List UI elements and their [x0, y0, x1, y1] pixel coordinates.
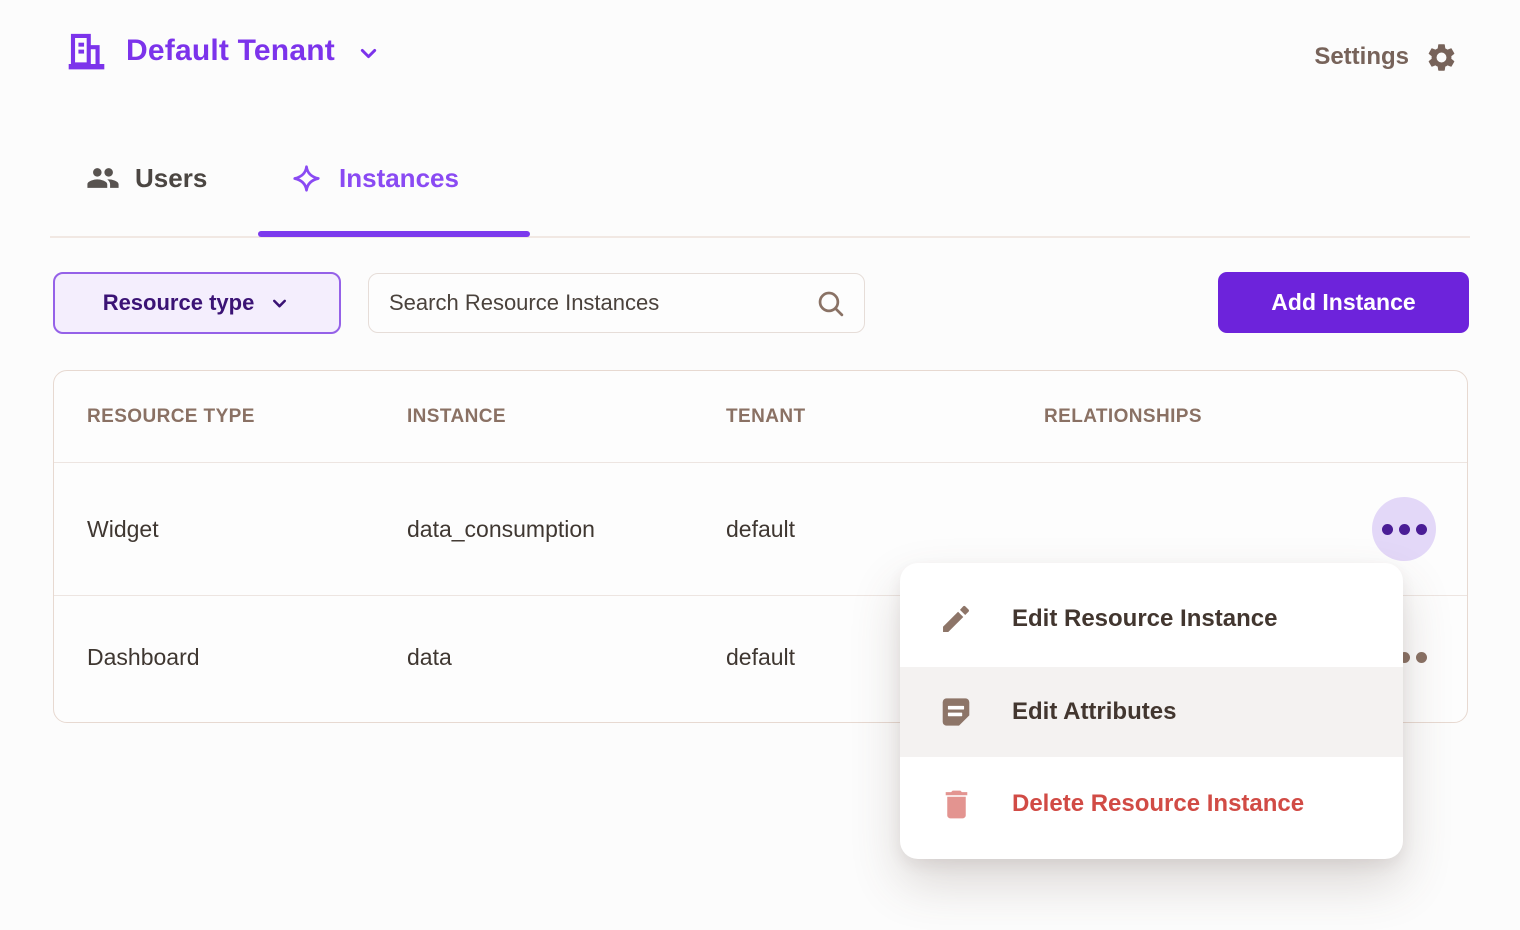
- cell-resource-type: Dashboard: [54, 644, 374, 671]
- column-header-tenant: TENANT: [693, 406, 1011, 428]
- tab-instances-label: Instances: [339, 163, 459, 194]
- cell-instance: data: [374, 644, 693, 671]
- tenant-name: Default Tenant: [126, 34, 335, 68]
- resource-type-filter[interactable]: Resource type: [53, 272, 341, 334]
- users-icon: [86, 161, 120, 195]
- sparkle-icon: [291, 163, 322, 194]
- building-icon: [64, 29, 109, 74]
- tab-users-label: Users: [135, 163, 207, 194]
- ellipsis-dot: [1416, 652, 1427, 663]
- column-header-instance: INSTANCE: [374, 406, 693, 428]
- search-input[interactable]: [389, 290, 815, 316]
- trash-icon: [937, 786, 975, 823]
- search-icon[interactable]: [815, 288, 846, 319]
- settings-button[interactable]: Settings: [1314, 38, 1458, 76]
- menu-item-label: Delete Resource Instance: [1012, 790, 1304, 818]
- gear-icon: [1425, 41, 1458, 74]
- tenant-selector[interactable]: Default Tenant: [64, 26, 382, 76]
- row-context-menu: Edit Resource Instance Edit Attributes D…: [900, 563, 1403, 859]
- column-header-relationships: RELATIONSHIPS: [1011, 406, 1467, 428]
- tab-users[interactable]: Users: [86, 158, 207, 198]
- cell-resource-type: Widget: [54, 516, 374, 543]
- menu-item-edit-resource-instance[interactable]: Edit Resource Instance: [900, 571, 1403, 667]
- table-header-row: RESOURCE TYPE INSTANCE TENANT RELATIONSH…: [54, 371, 1467, 463]
- settings-label: Settings: [1314, 43, 1409, 71]
- pencil-icon: [937, 600, 975, 638]
- menu-item-delete-resource-instance[interactable]: Delete Resource Instance: [900, 757, 1403, 851]
- resource-type-filter-label: Resource type: [103, 290, 255, 316]
- row-actions-ellipsis-button[interactable]: [1372, 497, 1436, 561]
- chevron-down-icon: [268, 292, 291, 315]
- ellipsis-dot: [1399, 524, 1410, 535]
- cell-tenant: default: [693, 516, 1011, 543]
- document-icon: [937, 693, 975, 731]
- ellipsis-dot: [1382, 524, 1393, 535]
- chevron-down-icon: [355, 40, 382, 67]
- menu-item-edit-attributes[interactable]: Edit Attributes: [900, 667, 1403, 757]
- ellipsis-dot: [1416, 524, 1427, 535]
- menu-item-label: Edit Attributes: [1012, 698, 1176, 726]
- add-instance-button[interactable]: Add Instance: [1218, 272, 1469, 333]
- cell-instance: data_consumption: [374, 516, 693, 543]
- active-tab-underline: [258, 231, 530, 237]
- tab-instances[interactable]: Instances: [291, 158, 459, 198]
- column-header-resource-type: RESOURCE TYPE: [54, 406, 374, 428]
- search-box: [368, 273, 865, 333]
- menu-item-label: Edit Resource Instance: [1012, 605, 1277, 633]
